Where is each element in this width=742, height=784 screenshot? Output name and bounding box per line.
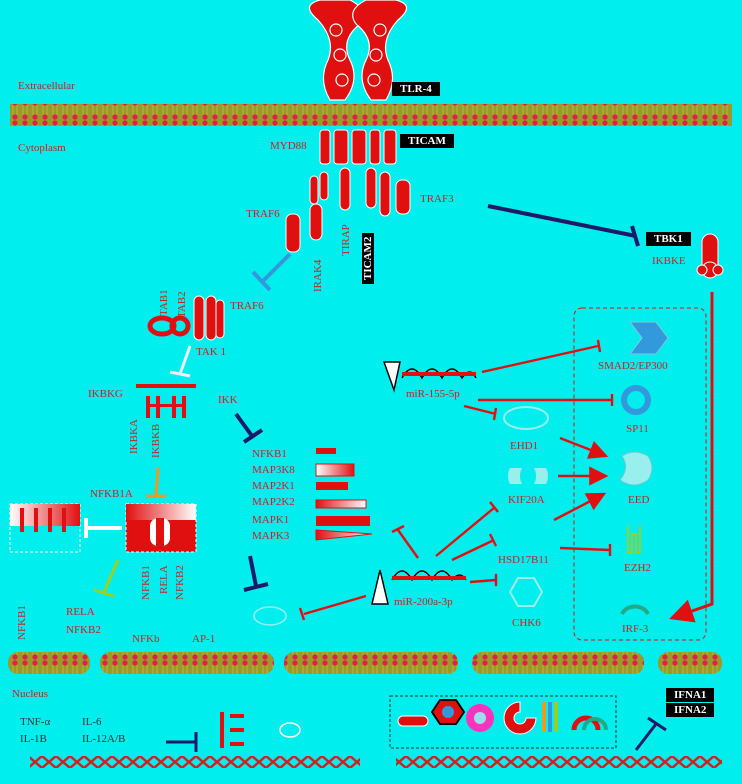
label-ezh2: EZH2 bbox=[624, 562, 651, 574]
tak1-inhibition bbox=[178, 345, 192, 375]
label-tab2: TAB2 bbox=[176, 291, 188, 318]
label-tlr4: TLR-4 bbox=[392, 82, 440, 96]
label-extracellular: Extracellular bbox=[18, 80, 75, 92]
label-kif20a: KIF20A bbox=[508, 494, 545, 506]
label-ifna1: IFNA1 bbox=[666, 688, 715, 702]
label-nfkb1a: NFKB1A bbox=[90, 488, 133, 500]
ezh2-icon bbox=[627, 526, 641, 553]
label-traf6-top: TRAF6 bbox=[246, 208, 280, 220]
nuclear-legend-box bbox=[389, 695, 617, 749]
label-ticam2: TICAM2 bbox=[362, 232, 374, 284]
label-ifna2: IFNA2 bbox=[666, 703, 715, 717]
label-ikbke: IKBKE bbox=[652, 255, 686, 267]
nfkb1a-inhibition bbox=[154, 467, 160, 497]
label-myd88: MYD88 bbox=[270, 140, 307, 152]
nuclear-oval-icon bbox=[253, 606, 287, 626]
label-nuclear-rela: RELA bbox=[66, 606, 95, 618]
label-mirna-b: miR-200a-3p bbox=[394, 596, 453, 608]
nuclear-target-icon bbox=[279, 722, 301, 738]
label-nfkb: NFKb bbox=[132, 633, 160, 645]
label-tab1: TAB1 bbox=[158, 289, 170, 316]
label-nfkb2-complex: NFKB2 bbox=[174, 565, 186, 600]
label-il6: IL-6 bbox=[82, 716, 102, 728]
label-tnfa: TNF-α bbox=[20, 716, 51, 728]
ehd1-icon bbox=[503, 406, 549, 430]
sp11-icon bbox=[621, 385, 651, 415]
mirna-a-hairpin bbox=[382, 361, 477, 393]
dna-strand-right bbox=[396, 756, 722, 768]
label-mapk-2: MAP2K1 bbox=[252, 480, 295, 492]
label-ikk: IKK bbox=[218, 394, 238, 406]
label-ikbka: IKBKA bbox=[128, 419, 140, 454]
smad-icon bbox=[629, 321, 669, 355]
label-smad: SMAD2/EP300 bbox=[598, 360, 668, 372]
label-irak4: IRAK4 bbox=[312, 259, 324, 292]
traf3-tbk1-inhibition bbox=[487, 204, 637, 238]
label-traf3: TRAF3 bbox=[420, 193, 454, 205]
mapk-inhibition bbox=[248, 555, 258, 587]
ifn-inhibition bbox=[634, 723, 658, 751]
label-ikbkb: IKBKB bbox=[150, 423, 162, 458]
label-il1b: IL-1B bbox=[20, 733, 47, 745]
label-cytoplasm: Cytoplasm bbox=[18, 142, 66, 154]
label-mirna-a: miR-155-5p bbox=[406, 388, 460, 400]
label-nuclear-nfkb1: NFKB1 bbox=[16, 605, 28, 640]
label-nucleus: Nucleus bbox=[12, 688, 49, 700]
label-hsd17b11: HSD17B11 bbox=[498, 554, 549, 566]
dna-strand-left bbox=[30, 756, 360, 768]
label-mapk-3: MAP2K2 bbox=[252, 496, 295, 508]
nuclear-complex-icon bbox=[220, 712, 244, 748]
label-mapk-1: MAP3K8 bbox=[252, 464, 295, 476]
label-tbk1: TBK1 bbox=[646, 232, 691, 246]
irf3-icon bbox=[620, 604, 650, 616]
label-sp11: SP11 bbox=[626, 423, 649, 435]
tlr4-cytoplasmic-domain bbox=[319, 129, 397, 165]
target-arrows bbox=[553, 436, 612, 556]
label-traf6: TRAF6 bbox=[230, 300, 264, 312]
label-rela-complex: RELA bbox=[158, 565, 170, 594]
label-ticam: TICAM bbox=[400, 134, 454, 148]
label-mapk-5: MAPK3 bbox=[252, 530, 290, 542]
traf6-inhibition bbox=[260, 252, 292, 284]
ikk-inhibition bbox=[234, 412, 254, 438]
kif20a-icon bbox=[508, 468, 548, 484]
eed-icon bbox=[619, 451, 653, 486]
label-ap1: AP-1 bbox=[192, 633, 216, 645]
label-mapk-0: NFKB1 bbox=[252, 448, 287, 460]
label-chk6: CHK6 bbox=[512, 617, 541, 629]
label-nuclear-nfkb2: NFKB2 bbox=[66, 624, 101, 636]
label-nfkb1-complex: NFKB1 bbox=[140, 565, 152, 600]
label-irf3: IRF-3 bbox=[622, 623, 649, 635]
ikbke-icon bbox=[696, 233, 724, 279]
label-il12: IL-12A/B bbox=[82, 733, 126, 745]
nfkb-complex-left bbox=[9, 503, 81, 553]
label-tirap: TIRAP bbox=[340, 224, 352, 256]
label-ikbkg: IKBKG bbox=[88, 388, 123, 400]
label-eed: EED bbox=[628, 494, 650, 506]
green-inhibition bbox=[102, 559, 120, 593]
label-tak1: TAK 1 bbox=[196, 346, 226, 358]
plasma-membrane bbox=[10, 104, 732, 126]
nuclear-membrane bbox=[8, 652, 722, 674]
ikk-complex-icon bbox=[136, 384, 196, 418]
mapk-bars bbox=[315, 448, 373, 541]
nfkb-complex-right bbox=[125, 503, 197, 553]
chk6-icon bbox=[508, 577, 544, 607]
label-ehd1: EHD1 bbox=[510, 440, 539, 452]
label-mapk-4: MAPK1 bbox=[252, 514, 290, 526]
